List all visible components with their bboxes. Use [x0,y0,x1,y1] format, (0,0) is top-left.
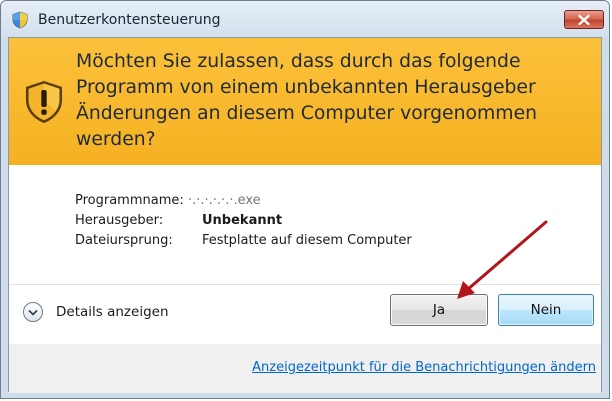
details-toggle[interactable]: Details anzeigen [23,302,169,322]
chevron-down-icon [28,309,38,316]
close-icon [578,14,590,25]
no-button[interactable]: Nein [498,294,594,326]
program-name-value: ·.·.·.·.·.·.exe [188,193,261,208]
warning-message: Möchten Sie zulassen, dass durch das fol… [76,51,538,150]
warning-shield-icon [26,81,62,123]
chevron-down-circle-icon[interactable] [23,302,43,322]
window-title: Benutzerkontensteuerung [38,12,221,28]
uac-dialog-window: Benutzerkontensteuerung Möchten Sie zula… [0,0,610,399]
notification-settings-link[interactable]: Anzeigezeitpunkt für die Benachrichtigun… [252,360,596,375]
warning-banner: Möchten Sie zulassen, dass durch das fol… [9,38,601,165]
uac-shield-icon [12,11,28,29]
publisher-label: Herausgeber: [75,213,164,228]
divider [9,284,601,285]
details-label[interactable]: Details anzeigen [56,304,169,320]
dialog-content: Möchten Sie zulassen, dass durch das fol… [8,37,602,393]
program-name-label: Programmname: [75,193,184,208]
publisher-value: Unbekannt [202,213,283,228]
footer-area: Anzeigezeitpunkt für die Benachrichtigun… [9,344,601,393]
title-bar: Benutzerkontensteuerung [1,1,609,37]
file-origin-label: Dateiursprung: [75,233,173,248]
file-origin-value: Festplatte auf diesem Computer [202,233,412,248]
close-button[interactable] [564,10,604,29]
yes-button[interactable]: Ja [390,294,488,326]
